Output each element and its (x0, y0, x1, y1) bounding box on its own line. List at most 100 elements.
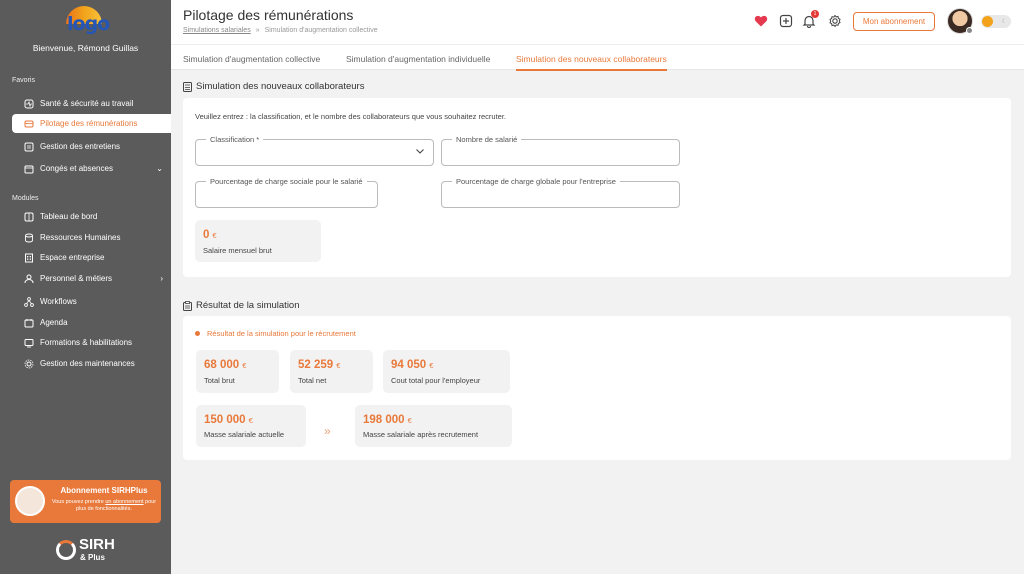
result-subtitle: Résultat de la simulation pour le récrut… (195, 329, 356, 338)
brand-sub: & Plus (80, 553, 105, 562)
add-icon[interactable] (778, 13, 794, 29)
result-card: Résultat de la simulation pour le récrut… (183, 316, 1011, 460)
sidebar: logo Bienvenue, Rémond Guillas Favoris S… (0, 0, 171, 574)
charge-salarie-input[interactable]: Pourcentage de charge sociale pour le sa… (195, 177, 378, 208)
sidebar-item-label: Espace entreprise (40, 253, 105, 262)
favoris-label: Favoris (12, 77, 35, 84)
sidebar-item-label: Formations & habilitations (40, 338, 133, 347)
sidebar-item-maintenances[interactable]: Gestion des maintenances (12, 354, 171, 373)
clipboard-icon (183, 300, 192, 311)
staff-icon (24, 274, 34, 284)
promo-link[interactable]: un abonnement (105, 499, 143, 505)
building-icon (24, 253, 34, 263)
top-header: Pilotage des rémunérations Simulations s… (171, 0, 1024, 44)
modules-label: Modules (12, 195, 39, 202)
sidebar-item-tableau[interactable]: Tableau de bord (12, 207, 171, 226)
sidebar-item-sante[interactable]: Santé & sécurité au travail (12, 94, 171, 113)
hr-icon (24, 233, 34, 243)
sidebar-item-label: Santé & sécurité au travail (40, 99, 134, 108)
total-brut-value: 68 000 € (204, 359, 247, 371)
section-title-text: Simulation des nouveaux collaborateurs (196, 81, 365, 92)
settings-icon[interactable] (827, 13, 843, 29)
breadcrumb-separator: » (255, 27, 260, 34)
breadcrumb-current: Simulation d'augmentation collective (264, 27, 378, 34)
moon-icon: ☾ (1001, 19, 1007, 25)
salaire-mensuel-card: 0 € Salaire mensuel brut (195, 220, 321, 262)
chevron-down-icon: ⌄ (156, 164, 163, 173)
promo-avatar (15, 486, 45, 516)
sidebar-item-personnel[interactable]: Personnel & métiers › (12, 269, 171, 288)
masse-actuelle-label: Masse salariale actuelle (204, 430, 285, 439)
sidebar-item-label: Personnel & métiers (40, 274, 113, 283)
section-title-text: Résultat de la simulation (196, 300, 300, 311)
welcome-text: Bienvenue, Rémond Guillas (32, 43, 139, 53)
notification-badge: 1 (811, 10, 819, 18)
masse-actuelle-card: 150 000 € Masse salariale actuelle (196, 405, 306, 447)
training-icon (24, 338, 34, 348)
sidebar-item-label: Pilotage des rémunérations (40, 119, 138, 128)
cout-total-value: 94 050 € (391, 359, 434, 371)
sidebar-item-pilotage[interactable]: Pilotage des rémunérations (12, 114, 171, 133)
breadcrumb-link[interactable]: Simulations salariales (183, 27, 251, 34)
masse-apres-value: 198 000 € (363, 414, 412, 426)
bell-icon[interactable]: 1 (801, 10, 819, 29)
tab-augmentation-collective[interactable]: Simulation d'augmentation collective (183, 54, 320, 71)
subscription-promo[interactable]: Abonnement SIRHPlus Vous pouvez prendre … (10, 480, 161, 523)
page-title: Pilotage des rémunérations (183, 7, 354, 23)
sun-icon (982, 16, 993, 27)
result-section-title: Résultat de la simulation (183, 300, 300, 311)
cout-total-label: Cout total pour l'employeur (391, 376, 481, 385)
pay-icon (24, 119, 34, 129)
total-brut-label: Total brut (204, 376, 235, 385)
sidebar-item-agenda[interactable]: Agenda (12, 313, 171, 332)
masse-apres-card: 198 000 € Masse salariale après recruteme… (355, 405, 512, 447)
nombre-salarie-input[interactable]: Nombre de salarié (441, 135, 680, 166)
instructions-text: Veuillez entrez : la classification, et … (195, 112, 507, 121)
charge-salarie-label: Pourcentage de charge sociale pour le sa… (206, 177, 367, 186)
chevron-down-icon (416, 149, 424, 154)
agenda-icon (24, 318, 34, 328)
promo-title: Abonnement SIRHPlus (60, 486, 148, 495)
theme-toggle[interactable]: ☾ (981, 15, 1011, 28)
health-icon (24, 99, 34, 109)
sidebar-item-entretiens[interactable]: Gestion des entretiens (12, 137, 171, 156)
sidebar-item-label: Tableau de bord (40, 212, 98, 221)
salaire-mensuel-label: Salaire mensuel brut (203, 246, 272, 255)
heart-icon[interactable] (753, 13, 769, 29)
brand-circle-icon (56, 540, 76, 560)
tab-augmentation-individuelle[interactable]: Simulation d'augmentation individuelle (346, 54, 490, 71)
tab-nouveaux-collaborateurs[interactable]: Simulation des nouveaux collaborateurs (516, 54, 667, 71)
sidebar-item-formations[interactable]: Formations & habilitations (12, 333, 171, 352)
simulation-section-title: Simulation des nouveaux collaborateurs (183, 81, 364, 92)
nombre-salarie-label: Nombre de salarié (452, 135, 522, 144)
double-chevron-right-icon: » (324, 424, 331, 438)
total-brut-card: 68 000 € Total brut (196, 350, 279, 393)
app-logo[interactable]: logo (66, 6, 110, 36)
brand-logo: SIRH & Plus (56, 536, 126, 564)
salaire-mensuel-value: 0 € (203, 229, 217, 241)
sidebar-item-label: Ressources Humaines (40, 233, 121, 242)
dashboard-icon (24, 212, 34, 222)
maintenance-icon (24, 359, 34, 369)
breadcrumb: Simulations salariales » Simulation d'augm… (183, 27, 378, 34)
cout-total-card: 94 050 € Cout total pour l'employeur (383, 350, 510, 393)
masse-apres-label: Masse salariale après recrutement (363, 430, 479, 439)
classification-label: Classification * (206, 135, 264, 144)
brand-name: SIRH (79, 536, 115, 553)
sidebar-item-workflows[interactable]: Workflows (12, 292, 171, 311)
sidebar-item-label: Workflows (40, 297, 77, 306)
charge-entreprise-label: Pourcentage de charge globale pour l'ent… (452, 177, 620, 186)
masse-actuelle-value: 150 000 € (204, 414, 253, 426)
interview-icon (24, 142, 34, 152)
charge-entreprise-input[interactable]: Pourcentage de charge globale pour l'ent… (441, 177, 680, 208)
bullet-icon (195, 331, 200, 336)
total-net-label: Total net (298, 376, 327, 385)
chevron-right-icon: › (160, 274, 163, 283)
sidebar-item-conges[interactable]: Congés et absences ⌄ (12, 159, 171, 178)
sidebar-item-entreprise[interactable]: Espace entreprise (12, 248, 171, 267)
subscription-button[interactable]: Mon abonnement (853, 12, 935, 31)
sidebar-item-rh[interactable]: Ressources Humaines (12, 228, 171, 247)
tab-bar: Simulation d'augmentation collective Sim… (171, 44, 1024, 71)
classification-select[interactable]: Classification * (195, 135, 434, 166)
calculator-icon (183, 81, 192, 92)
